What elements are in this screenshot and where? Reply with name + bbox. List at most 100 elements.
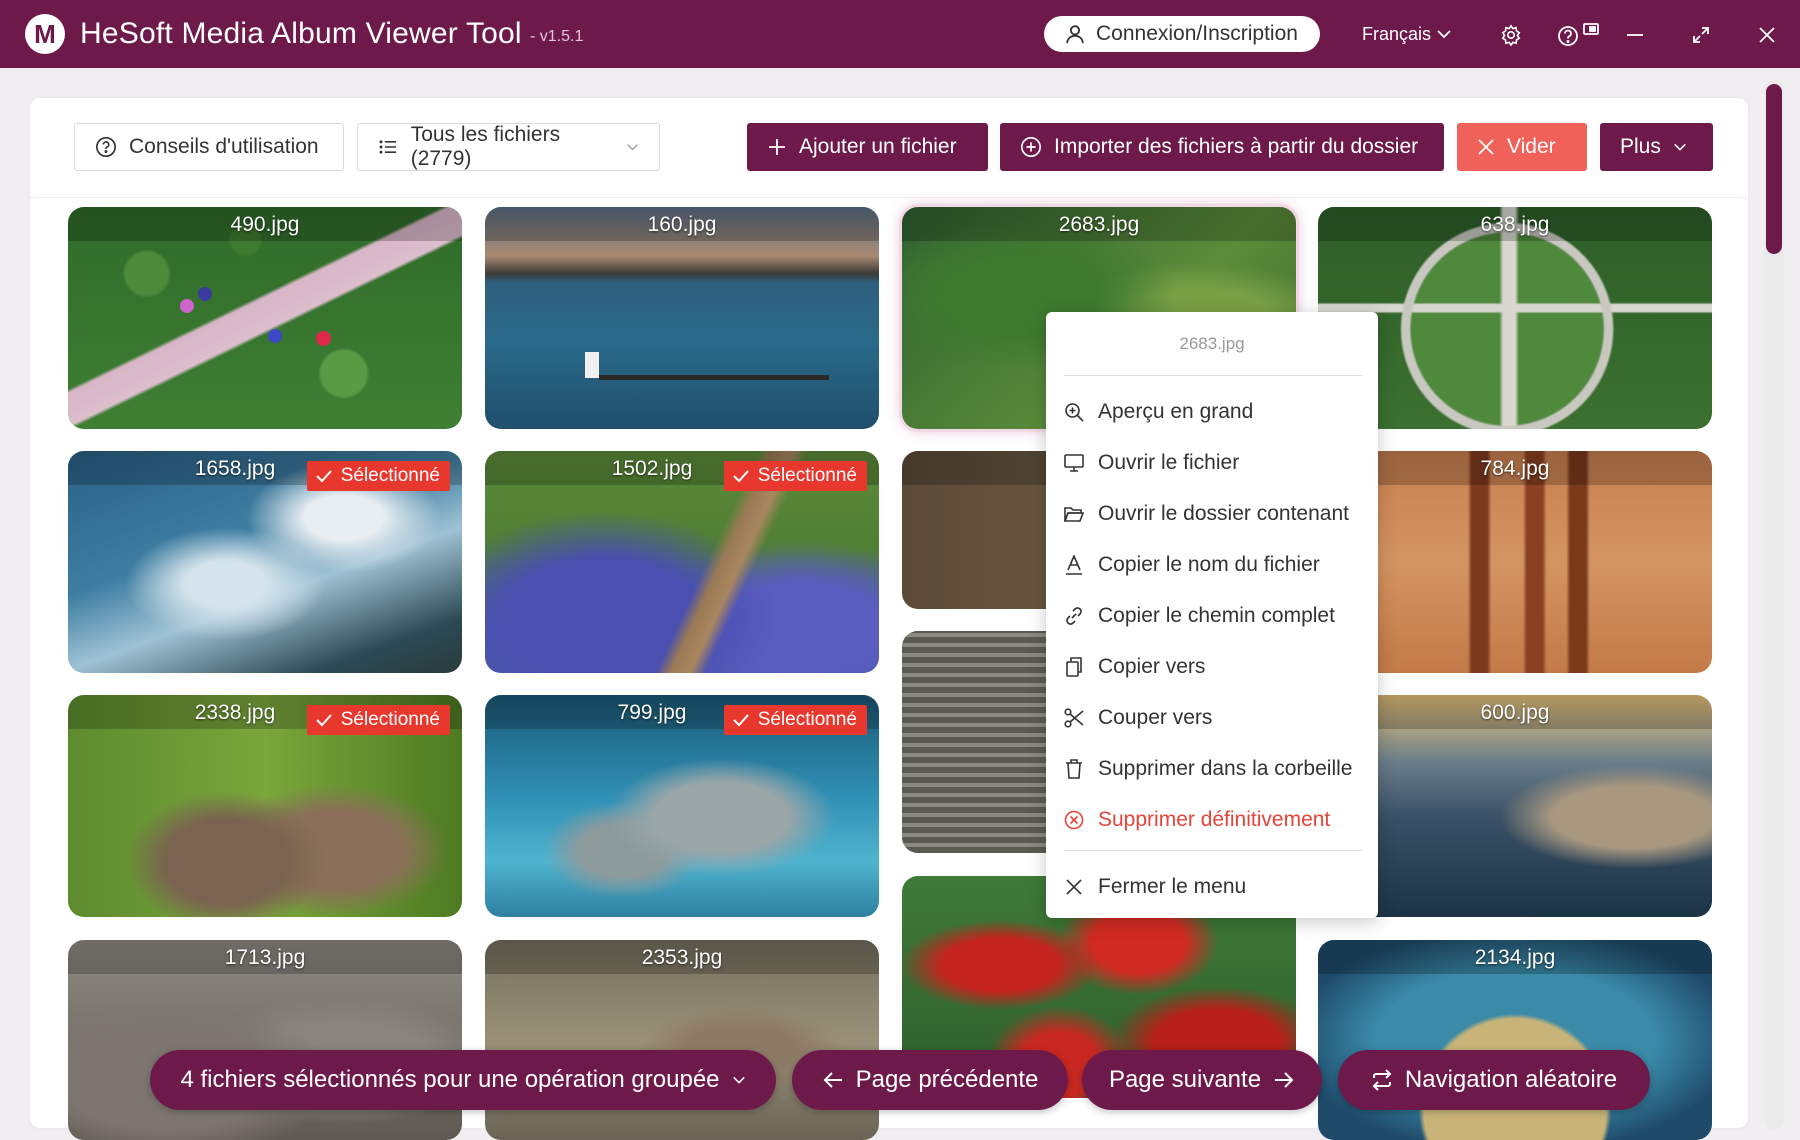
menu-item-open-file[interactable]: Ouvrir le fichier (1064, 443, 1364, 483)
close-circle-icon (1064, 810, 1084, 830)
next-page-label: Page suivante (1108, 1066, 1262, 1093)
umbrella-dot (268, 329, 282, 343)
context-menu-title: 2683.jpg (1179, 334, 1245, 353)
image-card-1713[interactable]: 1713.jpg (68, 940, 462, 1140)
image-card-799[interactable]: 799.jpg Sélectionné (485, 695, 879, 917)
menu-item-label: Supprimer définitivement (1098, 808, 1331, 831)
close-window-button[interactable] (1752, 20, 1782, 50)
zoom-in-icon (1065, 403, 1084, 422)
more-button[interactable]: Plus (1600, 123, 1713, 171)
plus-icon (769, 139, 785, 155)
menu-item-preview[interactable]: Aperçu en grand (1064, 392, 1364, 432)
menu-item-copy-path[interactable]: Copier le chemin complet (1064, 596, 1364, 636)
menu-item-label: Supprimer dans la corbeille (1098, 757, 1353, 780)
previous-page-button[interactable]: Page précédente (792, 1050, 1068, 1110)
image-card-1502[interactable]: 1502.jpg Sélectionné (485, 451, 879, 673)
import-folder-label: Importer des fichiers à partir du dossie… (1054, 135, 1419, 158)
random-navigation-button[interactable]: Navigation aléatoire (1338, 1050, 1650, 1110)
text-icon (1066, 555, 1082, 575)
tips-label: Conseils d'utilisation (129, 135, 319, 158)
chevron-down-icon (627, 144, 638, 151)
menu-item-copy-name[interactable]: Copier le nom du fichier (1064, 545, 1364, 585)
menu-divider (1064, 850, 1362, 851)
help-circle-icon (96, 137, 116, 157)
menu-item-label: Aperçu en grand (1098, 400, 1254, 423)
filter-label: Tous les fichiers (2779) (410, 123, 561, 170)
selected-badge: Sélectionné (306, 461, 450, 491)
app-version: - v1.5.1 (530, 28, 584, 45)
file-name: 160.jpg (647, 213, 717, 236)
language-select[interactable]: Français (1362, 24, 1431, 45)
plus-circle-icon (1021, 137, 1041, 157)
umbrella-dot (198, 287, 212, 301)
chevron-down-icon[interactable] (1436, 26, 1452, 42)
close-icon (1066, 879, 1082, 895)
help-button[interactable] (1556, 20, 1602, 50)
arrow-right-icon (1275, 1072, 1294, 1088)
help-icon (1558, 23, 1599, 46)
minimize-button[interactable] (1620, 20, 1650, 50)
file-name: 2134.jpg (1474, 946, 1556, 969)
menu-item-copy-to[interactable]: Copier vers (1064, 647, 1364, 687)
maximize-button[interactable] (1686, 20, 1716, 50)
menu-item-close[interactable]: Fermer le menu (1064, 867, 1364, 907)
context-menu: 2683.jpg Aperçu en grand Ouvrir le fichi… (1046, 312, 1378, 918)
scissors-icon (1064, 708, 1084, 728)
import-folder-button[interactable]: Importer des fichiers à partir du dossie… (1000, 123, 1444, 171)
image-card-1658[interactable]: 1658.jpg Sélectionné (68, 451, 462, 673)
batch-operation-button[interactable]: 4 fichiers sélectionnés pour une opérati… (150, 1050, 776, 1110)
check-icon (315, 714, 332, 727)
image-card-160[interactable]: 160.jpg (485, 207, 879, 429)
user-icon (1066, 25, 1084, 44)
lighthouse (585, 352, 599, 378)
settings-button[interactable] (1496, 20, 1526, 50)
menu-item-trash[interactable]: Supprimer dans la corbeille (1064, 749, 1364, 789)
link-icon (1066, 607, 1082, 625)
monitor-icon (1064, 454, 1084, 472)
gear-icon (1501, 24, 1521, 46)
selected-label: Sélectionné (757, 465, 857, 486)
menu-item-delete-permanently[interactable]: Supprimer définitivement (1064, 800, 1364, 840)
filter-dropdown[interactable]: Tous les fichiers (2779) (357, 123, 660, 171)
chevron-down-icon (732, 1076, 745, 1084)
selected-label: Sélectionné (757, 709, 857, 730)
chevron-down-icon (1674, 143, 1686, 151)
toolbar-divider (30, 197, 1748, 198)
menu-item-label: Copier vers (1098, 655, 1206, 678)
trash-icon (1066, 759, 1082, 779)
minimize-icon (1627, 34, 1643, 36)
folder-open-icon (1064, 507, 1084, 522)
image-card-2353[interactable]: 2353.jpg (485, 940, 879, 1140)
previous-page-label: Page précédente (855, 1066, 1039, 1093)
pier (599, 375, 829, 380)
expand-icon (1693, 27, 1709, 43)
selected-label: Sélectionné (340, 709, 440, 730)
image-card-490[interactable]: 490.jpg (68, 207, 462, 429)
menu-item-label: Ouvrir le fichier (1098, 451, 1240, 474)
copy-icon (1066, 657, 1082, 677)
file-name: 638.jpg (1480, 213, 1550, 236)
menu-item-label: Ouvrir le dossier contenant (1098, 502, 1349, 525)
more-label: Plus (1620, 135, 1661, 158)
menu-item-cut-to[interactable]: Couper vers (1064, 698, 1364, 738)
add-file-button[interactable]: Ajouter un fichier (747, 123, 988, 171)
image-card-2134[interactable]: 2134.jpg (1318, 940, 1712, 1140)
selected-badge: Sélectionné (306, 705, 450, 735)
app-title: HeSoft Media Album Viewer Tool (80, 17, 522, 50)
tips-button[interactable]: Conseils d'utilisation (74, 123, 344, 171)
clear-button[interactable]: Vider (1457, 123, 1587, 171)
app-logo: M (25, 14, 65, 54)
close-icon (1759, 27, 1775, 43)
title-bar: M HeSoft Media Album Viewer Tool - v1.5.… (0, 0, 1800, 68)
next-page-button[interactable]: Page suivante (1082, 1050, 1322, 1110)
close-icon (1478, 139, 1494, 155)
image-card-2338[interactable]: 2338.jpg Sélectionné (68, 695, 462, 917)
menu-item-open-folder[interactable]: Ouvrir le dossier contenant (1064, 494, 1364, 534)
scrollbar-thumb[interactable] (1766, 84, 1782, 254)
check-icon (732, 714, 749, 727)
arrow-left-icon (823, 1072, 842, 1088)
file-name: 490.jpg (230, 213, 300, 236)
login-label: Connexion/Inscription (1096, 22, 1298, 45)
login-button[interactable]: Connexion/Inscription (1044, 16, 1320, 52)
file-name: 1713.jpg (224, 946, 306, 969)
